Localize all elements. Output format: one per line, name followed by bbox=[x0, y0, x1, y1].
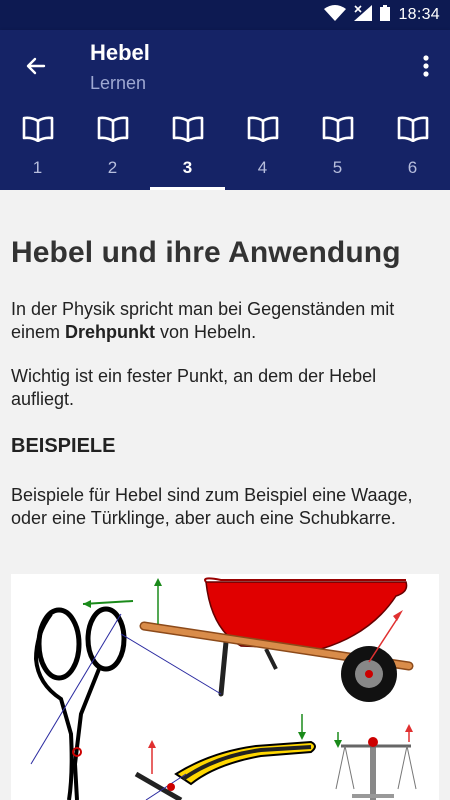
app-bar: Hebel Lernen 1 2 3 4 5 6 bbox=[0, 30, 450, 190]
page-title: Hebel bbox=[90, 40, 150, 65]
status-icons: 18:34 bbox=[324, 4, 440, 26]
more-vert-icon bbox=[423, 54, 429, 82]
book-icon bbox=[22, 116, 54, 147]
examples-heading: BEISPIELE bbox=[11, 435, 116, 457]
scissors-image bbox=[30, 600, 134, 800]
overflow-menu-button[interactable] bbox=[414, 50, 438, 86]
balance-scale-image bbox=[334, 724, 417, 800]
book-icon bbox=[172, 116, 204, 147]
battery-icon bbox=[380, 4, 391, 26]
tab-2[interactable]: 2 bbox=[75, 110, 150, 190]
lever-examples-illustration bbox=[11, 574, 439, 800]
examples-paragraph: Beispiele für Hebel sind zum Beispiel ei… bbox=[11, 485, 413, 528]
wheelbarrow-image bbox=[120, 577, 414, 702]
status-bar: 18:34 bbox=[0, 0, 450, 30]
tab-4[interactable]: 4 bbox=[225, 110, 300, 190]
door-handle-image bbox=[134, 714, 316, 800]
wifi-icon bbox=[324, 4, 347, 26]
chapter-tabs: 1 2 3 4 5 6 bbox=[0, 110, 450, 190]
book-icon bbox=[97, 116, 129, 147]
intro-bold-term: Drehpunkt bbox=[65, 322, 156, 342]
tab-label: 1 bbox=[32, 158, 43, 177]
lesson-content[interactable]: Hebel und ihre Anwendung In der Physik s… bbox=[0, 190, 450, 800]
tab-1[interactable]: 1 bbox=[0, 110, 75, 190]
page-subtitle: Lernen bbox=[90, 73, 147, 93]
book-icon bbox=[397, 116, 429, 147]
intro-paragraph: In der Physik spricht man bei Gegenständ… bbox=[11, 298, 431, 344]
intro-text-end: von Hebeln. bbox=[155, 322, 257, 342]
tab-label: 6 bbox=[407, 158, 418, 177]
tab-6[interactable]: 6 bbox=[375, 110, 450, 190]
tab-label: 3 bbox=[182, 158, 193, 177]
signal-icon bbox=[354, 4, 373, 26]
tab-5[interactable]: 5 bbox=[300, 110, 375, 190]
arrow-back-icon bbox=[24, 54, 48, 83]
tab-label: 4 bbox=[257, 158, 268, 177]
book-icon bbox=[322, 116, 354, 147]
status-time: 18:34 bbox=[398, 6, 440, 23]
book-icon bbox=[247, 116, 279, 147]
tab-label: 2 bbox=[107, 158, 118, 177]
lesson-heading: Hebel und ihre Anwendung bbox=[11, 236, 401, 269]
back-button[interactable] bbox=[18, 50, 54, 86]
pivot-paragraph: Wichtig ist ein fester Punkt, an dem der… bbox=[11, 366, 377, 409]
tab-label: 5 bbox=[332, 158, 343, 177]
tab-3[interactable]: 3 bbox=[150, 110, 225, 190]
